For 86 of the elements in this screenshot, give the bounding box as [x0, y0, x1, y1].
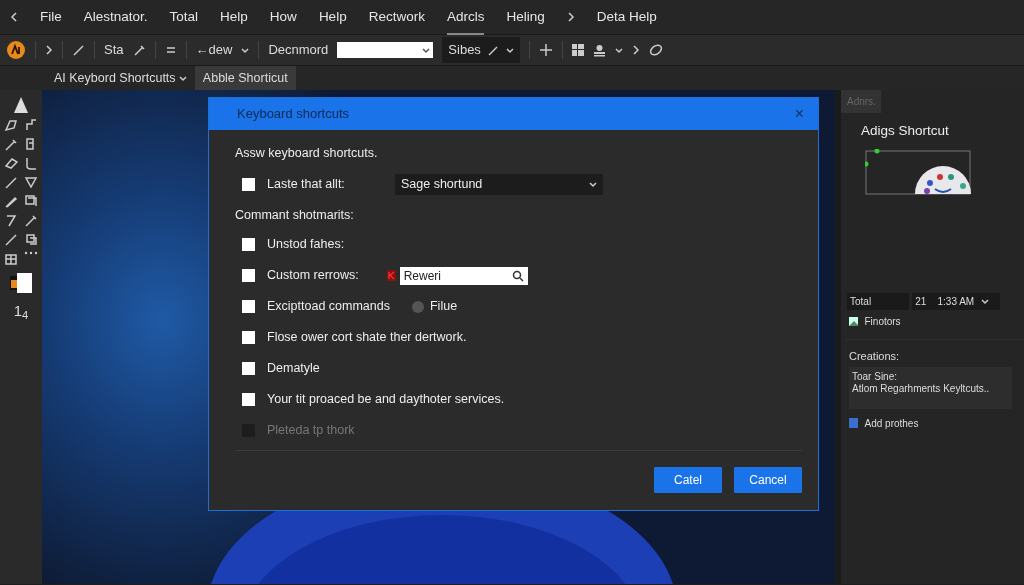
toolbar-label: Sta [104, 41, 124, 60]
menu-item[interactable]: Heling [506, 0, 545, 36]
dialog-title: Keyboard shortcuts [237, 105, 349, 124]
brush-icon[interactable] [132, 43, 146, 57]
caret-down-icon [980, 298, 989, 306]
pen-tool-icon[interactable] [3, 137, 18, 152]
checkbox[interactable] [242, 178, 255, 192]
option-label: Custom rerrows: [267, 267, 359, 285]
document-tab[interactable]: Abble Shorticut [194, 65, 296, 91]
triangle-tool-icon[interactable] [24, 175, 39, 190]
menu-item[interactable]: Rectwork [368, 0, 425, 36]
option-label: Pleteda tp thork [267, 422, 355, 440]
option-label: Excipttoad commands [267, 298, 390, 316]
add-label[interactable]: Add prothes [864, 415, 919, 431]
option-label: Unstod fahes: [267, 236, 345, 254]
checkbox[interactable] [242, 331, 255, 344]
radio-button[interactable] [412, 300, 424, 313]
back-icon[interactable] [10, 11, 18, 23]
section-label: Commant shotmarits: [235, 207, 355, 225]
color-swatch-icon[interactable] [8, 270, 34, 296]
selection-tool-icon[interactable] [12, 96, 30, 114]
panel-title: Adigs Shortcut [861, 122, 950, 140]
option-label: Flose ower cort shate ther dertwork. [267, 329, 467, 347]
shortcut-select[interactable]: Sage shortund [395, 174, 603, 196]
document-label: Decnmord [268, 41, 329, 60]
checkbox[interactable] [242, 238, 255, 251]
photos-label: Finotors [864, 314, 901, 329]
total-field[interactable]: Total [847, 293, 909, 311]
caret-down-icon[interactable] [614, 46, 623, 54]
time-dropdown[interactable]: 21 1:33 AM [912, 293, 1001, 311]
document-tab[interactable]: AI Keybord Shortcutts [46, 65, 195, 91]
knife-tool-icon[interactable] [3, 232, 18, 247]
menu-item[interactable]: Alestnator. [83, 0, 148, 36]
menu-item[interactable]: Help [318, 0, 347, 36]
search-icon [511, 269, 524, 282]
stamp-icon[interactable] [592, 43, 606, 57]
plus-icon[interactable] [538, 43, 553, 57]
menu-item[interactable]: Help [220, 0, 248, 36]
grid-tool-icon[interactable] [3, 251, 18, 266]
menu-item[interactable]: File [40, 0, 62, 36]
anchor-tool-icon[interactable] [3, 118, 18, 133]
path-tool-icon[interactable] [24, 118, 39, 133]
caret-down-icon [422, 46, 431, 54]
dialog-button[interactable]: Catel [654, 467, 722, 493]
menu-item[interactable]: Deta Help [596, 0, 657, 36]
counter-label: 1$_{4}$ [13, 301, 29, 323]
lasso-tool-icon[interactable] [3, 156, 18, 171]
add-icon[interactable] [849, 418, 858, 429]
more-icon[interactable] [24, 251, 39, 255]
caret-down-icon [589, 181, 597, 189]
option-label: Your tit proaced be and daythoter services. [267, 391, 505, 409]
menu-item[interactable]: How [269, 0, 297, 36]
pen-icon [487, 43, 500, 57]
image-icon [849, 316, 858, 326]
checkbox[interactable] [242, 362, 255, 375]
windows-icon[interactable] [571, 44, 584, 56]
frames-tool-icon[interactable] [24, 232, 39, 247]
zoom-dropdown[interactable]: ←dew [195, 40, 233, 60]
pencil-tool-icon[interactable] [3, 194, 18, 209]
line-tool-icon[interactable] [3, 175, 18, 190]
caret-down-icon [505, 46, 514, 54]
chevron-right-icon[interactable] [566, 11, 575, 23]
dialog-button[interactable]: Cancel [734, 467, 802, 493]
warning-icon [386, 270, 396, 281]
stack-tool-icon[interactable] [24, 194, 39, 209]
dialog-intro: Assw keyboard shortcuts. [235, 145, 379, 162]
radio-label: Filue [430, 298, 458, 316]
link-icon[interactable] [648, 43, 663, 57]
chevron-right-icon[interactable] [45, 44, 53, 56]
chevron-right-icon[interactable] [631, 44, 640, 56]
checkbox[interactable] [242, 300, 255, 313]
sizes-dropdown[interactable]: Sibes [442, 37, 520, 63]
search-field[interactable]: Reweri [399, 266, 528, 285]
caret-down-icon[interactable] [241, 46, 250, 54]
option-label: Dematyle [267, 360, 320, 378]
menu-item[interactable]: Total [169, 0, 199, 36]
checkbox[interactable] [242, 269, 255, 282]
pen-icon[interactable] [72, 43, 85, 57]
caret-down-icon [178, 74, 187, 82]
brush-tool-icon[interactable] [24, 213, 39, 228]
curve-tool-icon[interactable] [24, 156, 39, 171]
creations-label: Creations: [849, 348, 901, 364]
checkbox[interactable] [242, 393, 255, 406]
notes-field[interactable]: Toar Sine: Atlom Regarhments Keyltcuts.. [849, 367, 1012, 410]
option-label: Laste that allt: [267, 176, 346, 194]
app-logo-icon[interactable] [6, 40, 26, 60]
